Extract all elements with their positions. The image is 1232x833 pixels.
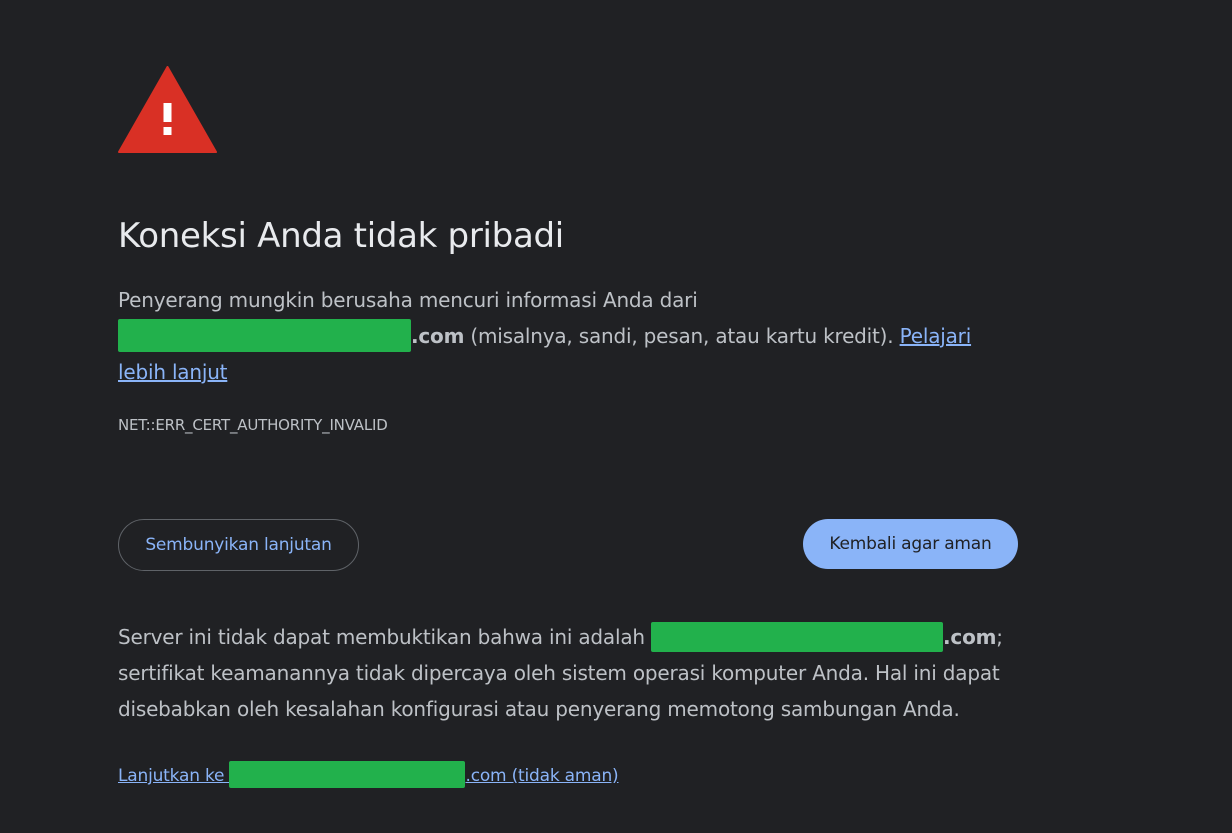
- error-code: NET::ERR_CERT_AUTHORITY_INVALID: [118, 416, 388, 434]
- back-to-safety-button[interactable]: Kembali agar aman: [803, 519, 1018, 569]
- redacted-domain: [229, 760, 466, 788]
- page-title: Koneksi Anda tidak pribadi: [118, 216, 564, 256]
- domain-suffix: .com: [943, 625, 997, 649]
- main-message-text: Penyerang mungkin berusaha mencuri infor…: [118, 288, 698, 312]
- main-message-examples: (misalnya, sandi, pesan, atau kartu kred…: [464, 324, 900, 348]
- main-message: Penyerang mungkin berusaha mencuri infor…: [118, 282, 1018, 390]
- details-message: Server ini tidak dapat membuktikan bahwa…: [118, 619, 1038, 727]
- proceed-link-suffix: .com (tidak aman): [465, 766, 619, 786]
- proceed-paragraph: Lanjutkan ke .com (tidak aman): [118, 760, 619, 789]
- warning-triangle-icon: [118, 66, 217, 153]
- redacted-domain: [118, 319, 411, 352]
- hide-advanced-button[interactable]: Sembunyikan lanjutan: [118, 519, 359, 571]
- proceed-unsafe-link[interactable]: Lanjutkan ke .com (tidak aman): [118, 760, 619, 788]
- redacted-domain: [651, 621, 944, 652]
- details-text-start: Server ini tidak dapat membuktikan bahwa…: [118, 625, 652, 649]
- domain-suffix: .com: [411, 324, 465, 348]
- proceed-link-prefix: Lanjutkan ke: [118, 766, 230, 786]
